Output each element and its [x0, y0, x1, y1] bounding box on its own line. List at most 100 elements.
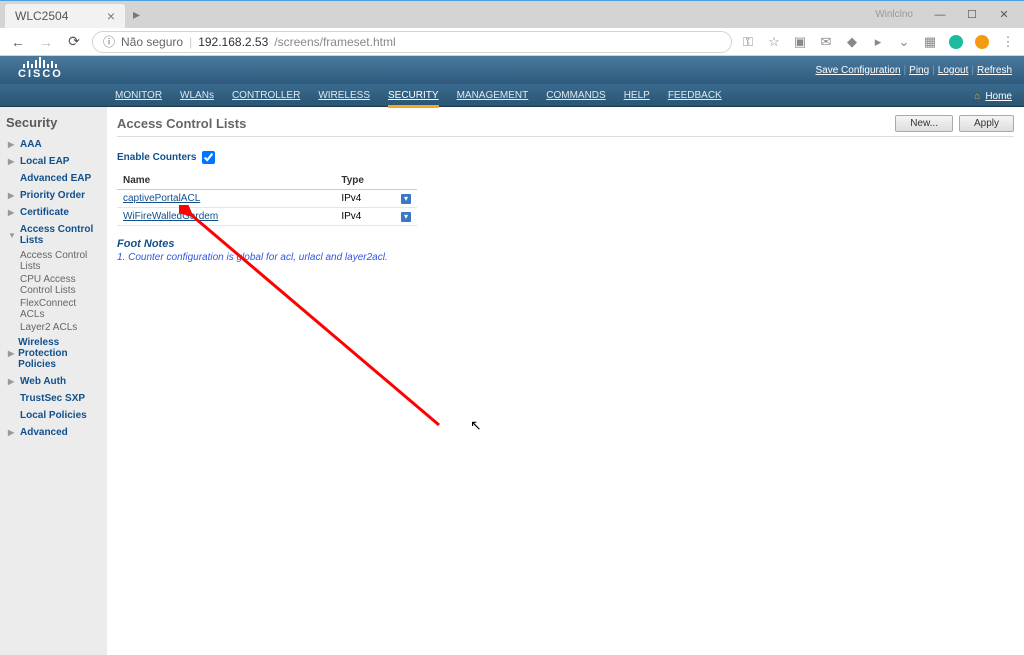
foot-notes-title: Foot Notes [117, 238, 1014, 250]
ping-link[interactable]: Ping [909, 65, 929, 76]
cursor-icon: ↖ [470, 417, 482, 434]
browser-tab[interactable]: WLC2504 × [5, 4, 125, 28]
reload-button[interactable]: ⟳ [64, 33, 84, 50]
sidebar-item-acl[interactable]: ▼Access Control Lists [6, 221, 101, 249]
cisco-actions: Save Configuration | Ping | Logout | Ref… [815, 56, 1024, 84]
star-icon[interactable]: ☆ [766, 34, 782, 50]
foot-notes-text: 1. Counter configuration is global for a… [117, 252, 1014, 263]
col-name: Name [117, 172, 335, 190]
sidebar-item-trustsec[interactable]: TrustSec SXP [6, 390, 101, 407]
address-input[interactable]: ⓘ Não seguro | 192.168.2.53/screens/fram… [92, 31, 732, 53]
expand-icon: ▶ [8, 349, 14, 358]
mail-icon[interactable]: ✉ [818, 34, 834, 50]
save-config-link[interactable]: Save Configuration [815, 65, 900, 76]
expand-icon: ▼ [8, 231, 16, 240]
nav-help[interactable]: HELP [624, 90, 650, 101]
acl-link[interactable]: WiFireWalledGardem [123, 211, 218, 222]
sidebar-item-wpp[interactable]: ▶Wireless Protection Policies [6, 334, 101, 373]
back-button[interactable]: ← [8, 34, 28, 50]
sidebar-sub-l2-acl[interactable]: Layer2 ACLs [6, 321, 101, 334]
nav-monitor[interactable]: MONITOR [115, 90, 162, 101]
window-label: Winlclno [875, 9, 913, 20]
nav-wireless[interactable]: WIRELESS [318, 90, 370, 101]
dropdown-icon[interactable]: ▾ [401, 212, 411, 222]
acl-type: IPv4 [335, 190, 395, 208]
home-row: ⌂ Home [974, 91, 1012, 102]
page-header: Access Control Lists New... Apply [117, 115, 1014, 137]
key-icon[interactable]: ⚿ [740, 34, 756, 50]
address-icons: ⚿ ☆ ▣ ✉ ◆ ▸ ⌄ ▦ ⋮ [740, 34, 1016, 50]
window-controls: Winlclno — ☐ ✕ [875, 1, 1024, 28]
close-button[interactable]: ✕ [989, 1, 1019, 28]
col-type: Type [335, 172, 395, 190]
sidebar: Security ▶AAA ▶Local EAP Advanced EAP ▶P… [0, 107, 107, 655]
sidebar-sub-acl[interactable]: Access Control Lists [6, 249, 101, 273]
cast-icon[interactable]: ▸ [870, 34, 886, 50]
address-bar: ← → ⟳ ⓘ Não seguro | 192.168.2.53/screen… [0, 28, 1024, 56]
url-path: /screens/frameset.html [274, 35, 395, 49]
table-row: WiFireWalledGardem IPv4 ▾ [117, 208, 417, 226]
dropdown-icon[interactable]: ▾ [401, 194, 411, 204]
page-buttons: New... Apply [895, 115, 1014, 132]
acl-type: IPv4 [335, 208, 395, 226]
cisco-logo: CISCO [0, 56, 81, 80]
nav-management[interactable]: MANAGEMENT [457, 90, 529, 101]
nav-wlans[interactable]: WLANs [180, 90, 214, 101]
apply-button[interactable]: Apply [959, 115, 1014, 132]
pocket-icon[interactable]: ⌄ [896, 34, 912, 50]
expand-icon: ▶ [8, 157, 16, 166]
url-host: 192.168.2.53 [198, 35, 268, 49]
acl-link[interactable]: captivePortalACL [123, 193, 200, 204]
home-icon: ⌂ [974, 91, 980, 102]
main-panel: Access Control Lists New... Apply Enable… [107, 107, 1024, 655]
nav-feedback[interactable]: FEEDBACK [668, 90, 722, 101]
tab-bar: WLC2504 × ▸ Winlclno — ☐ ✕ [0, 1, 1024, 28]
refresh-link[interactable]: Refresh [977, 65, 1012, 76]
new-tab-button[interactable]: ▸ [125, 6, 148, 23]
cisco-header: CISCO Save Configuration | Ping | Logout… [0, 56, 1024, 84]
expand-icon: ▶ [8, 208, 16, 217]
page-title: Access Control Lists [117, 116, 246, 131]
browser-chrome: WLC2504 × ▸ Winlclno — ☐ ✕ ← → ⟳ ⓘ Não s… [0, 0, 1024, 56]
minimize-button[interactable]: — [925, 1, 955, 28]
sidebar-title: Security [6, 115, 101, 136]
insecure-label: Não seguro [121, 35, 183, 49]
enable-counters-row: Enable Counters [117, 151, 1014, 164]
sidebar-sub-flex-acl[interactable]: FlexConnect ACLs [6, 297, 101, 321]
menu-icon[interactable]: ⋮ [1000, 34, 1016, 50]
enable-counters-checkbox[interactable] [202, 151, 215, 164]
forward-button[interactable]: → [36, 34, 56, 50]
tab-close-icon[interactable]: × [107, 8, 115, 24]
home-link[interactable]: Home [985, 91, 1012, 102]
ext1-icon[interactable]: ▣ [792, 34, 808, 50]
ext3-icon[interactable]: ▦ [922, 34, 938, 50]
sidebar-item-advanced[interactable]: ▶Advanced [6, 424, 101, 441]
sidebar-item-local-eap[interactable]: ▶Local EAP [6, 153, 101, 170]
nav-commands[interactable]: COMMANDS [546, 90, 605, 101]
expand-icon: ▶ [8, 140, 16, 149]
insecure-icon: ⓘ [103, 33, 115, 50]
expand-icon: ▶ [8, 191, 16, 200]
ext4-icon[interactable] [974, 34, 990, 50]
table-row: captivePortalACL IPv4 ▾ [117, 190, 417, 208]
content: Security ▶AAA ▶Local EAP Advanced EAP ▶P… [0, 107, 1024, 655]
sidebar-sub-cpu-acl[interactable]: CPU Access Control Lists [6, 273, 101, 297]
logout-link[interactable]: Logout [938, 65, 969, 76]
new-button[interactable]: New... [895, 115, 953, 132]
sidebar-item-aaa[interactable]: ▶AAA [6, 136, 101, 153]
expand-icon: ▶ [8, 377, 16, 386]
nav-security[interactable]: SECURITY [388, 90, 439, 101]
foot-notes: Foot Notes 1. Counter configuration is g… [117, 238, 1014, 263]
sidebar-item-web-auth[interactable]: ▶Web Auth [6, 373, 101, 390]
sidebar-item-local-policies[interactable]: Local Policies [6, 407, 101, 424]
tab-title: WLC2504 [15, 9, 99, 23]
profile-icon[interactable] [948, 34, 964, 50]
sidebar-item-certificate[interactable]: ▶Certificate [6, 204, 101, 221]
ext2-icon[interactable]: ◆ [844, 34, 860, 50]
nav-controller[interactable]: CONTROLLER [232, 90, 300, 101]
maximize-button[interactable]: ☐ [957, 1, 987, 28]
acl-table: Name Type captivePortalACL IPv4 ▾ WiFire… [117, 172, 417, 226]
sidebar-item-advanced-eap[interactable]: Advanced EAP [6, 170, 101, 187]
sidebar-item-priority-order[interactable]: ▶Priority Order [6, 187, 101, 204]
enable-counters-label: Enable Counters [117, 152, 196, 163]
